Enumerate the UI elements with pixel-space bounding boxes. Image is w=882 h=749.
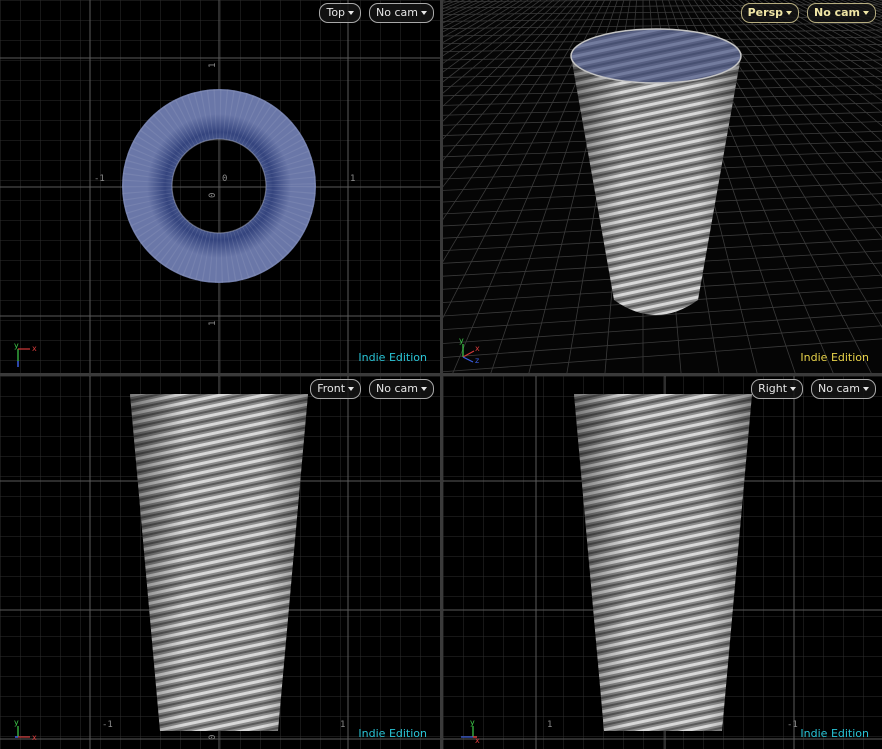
tick-label: 1 [547, 720, 553, 730]
camera-label: No cam [376, 6, 418, 19]
tick-label: 1 [208, 320, 218, 326]
cup-mesh [130, 394, 308, 731]
axis-label: y [459, 337, 464, 345]
axis-label: y [14, 718, 19, 727]
tick-label: 0 [222, 174, 228, 184]
view-label: Front [317, 382, 346, 395]
edition-label: Indie Edition [358, 351, 427, 364]
camera-menu-button[interactable]: No cam [369, 3, 434, 23]
tick-label: 1 [350, 174, 356, 184]
tick-label: 0 [208, 734, 218, 740]
tick-label: -1 [787, 720, 798, 730]
axis-label: x [32, 344, 37, 353]
edition-label: Indie Edition [800, 351, 869, 364]
chevron-down-icon [863, 11, 869, 15]
chevron-down-icon [348, 11, 355, 15]
cup-mesh [574, 394, 752, 731]
right-view-scene [443, 376, 882, 749]
chevron-down-icon [348, 387, 355, 391]
tick-label: -1 [102, 720, 113, 730]
view-menu-button[interactable]: Right [751, 379, 804, 399]
camera-menu-button[interactable]: No cam [807, 3, 876, 23]
view-menu-button[interactable]: Front [310, 379, 362, 399]
camera-label: No cam [814, 6, 860, 19]
tick-label: -1 [94, 174, 105, 184]
view-label: Persp [747, 6, 783, 19]
camera-label: No cam [818, 382, 860, 395]
chevron-down-icon [421, 11, 427, 15]
chevron-down-icon [786, 11, 792, 15]
camera-label: No cam [376, 382, 418, 395]
axis-label: y [14, 341, 19, 350]
viewport-perspective[interactable]: Persp No cam y x z Indie Edition [443, 0, 882, 373]
persp-view-scene [443, 0, 882, 373]
viewport-front[interactable]: -1 1 0 Front No cam y x Indie Edition [0, 376, 440, 749]
axis-label: x [32, 733, 37, 742]
view-label: Right [758, 382, 788, 395]
camera-menu-button[interactable]: No cam [369, 379, 434, 399]
viewport-top[interactable]: -1 1 0 0 1 1 Top No cam y x Indie Editio… [0, 0, 440, 373]
tick-label: 1 [208, 62, 218, 68]
axis-label: z [475, 356, 479, 363]
axis-gizmo-icon: y x [461, 718, 480, 743]
axis-label: y [470, 718, 475, 727]
viewport-right[interactable]: 1 -1 Right No cam y x Indie Edition [443, 376, 882, 749]
chevron-down-icon [421, 387, 427, 391]
view-menu-button[interactable]: Top [319, 3, 362, 23]
axis-gizmo-icon: y x z [459, 337, 480, 363]
axis-gizmo-icon: y x [14, 718, 37, 742]
axis-label: x [475, 736, 480, 743]
edition-label: Indie Edition [800, 727, 869, 740]
tick-label: 1 [340, 720, 346, 730]
view-menu-button[interactable]: Persp [740, 3, 799, 23]
chevron-down-icon [863, 387, 869, 391]
camera-menu-button[interactable]: No cam [811, 379, 876, 399]
axis-gizmo-icon: y x [14, 341, 37, 367]
view-label: Top [326, 6, 346, 19]
axis-label: x [475, 344, 480, 353]
chevron-down-icon [790, 387, 797, 391]
tick-label: 0 [208, 192, 218, 198]
front-view-scene [0, 376, 440, 749]
top-view-scene [0, 0, 440, 373]
edition-label: Indie Edition [358, 727, 427, 740]
